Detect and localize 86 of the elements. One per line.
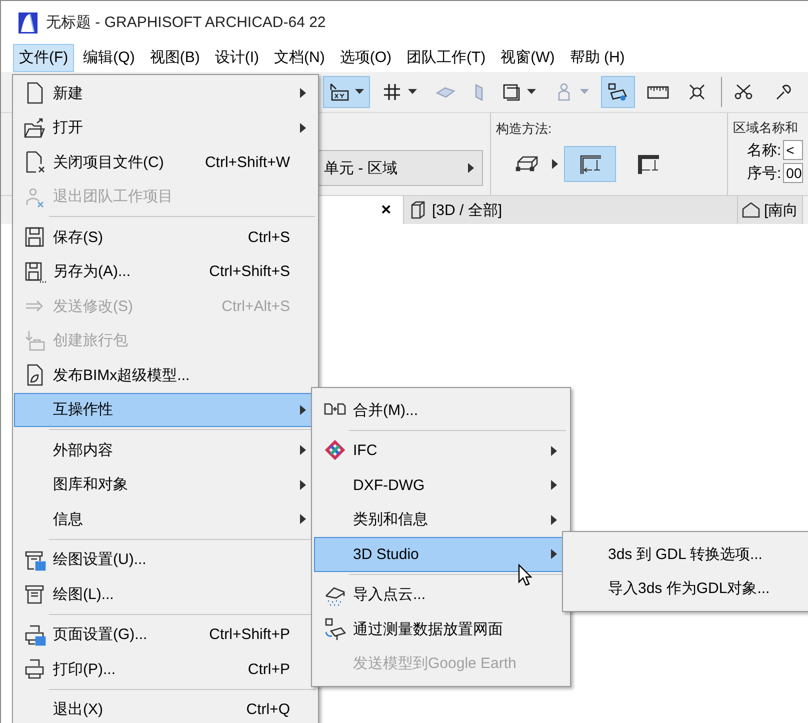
menu-bar-item[interactable]: 设计(I)	[208, 44, 265, 72]
toolbar-button[interactable]	[601, 76, 635, 108]
printer-settings-icon	[24, 624, 46, 646]
submenu-arrow-icon	[300, 88, 306, 98]
menu-item[interactable]: 另存为(A)... Ctrl+Shift+S	[14, 254, 317, 289]
menu-item[interactable]: 发布BIMx超级模型...	[14, 358, 317, 392]
submenu-arrow-icon	[300, 480, 306, 490]
menu-item[interactable]: 页面设置(G)... Ctrl+Shift+P	[14, 618, 317, 652]
panel-icon	[475, 84, 483, 100]
menu-item[interactable]: IFC	[314, 434, 568, 468]
menu-item[interactable]: 绘图设置(U)...	[14, 542, 317, 577]
submenu-arrow-icon	[551, 549, 557, 560]
document-close-icon	[24, 151, 46, 174]
caret-icon	[580, 89, 589, 95]
submenu-arrow-icon	[300, 514, 306, 524]
shortcut-text: Ctrl+Alt+S	[222, 298, 290, 315]
menu-item[interactable]: 导入3ds 作为GDL对象...	[565, 572, 808, 606]
caret-icon	[408, 89, 417, 95]
menu-bar-item[interactable]: 团队工作(T)	[400, 44, 492, 72]
user-remove-icon	[24, 186, 46, 208]
menu-item[interactable]: 保存(S) Ctrl+S	[14, 220, 317, 254]
menu-item[interactable]: 打印(P)... Ctrl+P	[14, 652, 317, 686]
menu-item[interactable]: 导入点云...	[314, 578, 568, 612]
shortcut-text: Ctrl+Shift+P	[209, 626, 290, 644]
menu-bar-item[interactable]: 文件(F)	[13, 44, 74, 72]
plotter-icon	[24, 583, 46, 606]
submenu-arrow-icon	[551, 446, 557, 456]
caret-icon	[527, 89, 536, 95]
ifc-logo-icon	[324, 440, 346, 462]
app-logo-icon	[18, 12, 38, 34]
plotter-settings-icon	[24, 548, 46, 571]
input-field[interactable]: 00	[783, 163, 804, 183]
dimension-corner-icon	[635, 152, 661, 176]
menu-item[interactable]: 合并(M)...	[314, 393, 568, 428]
menu-item[interactable]: DXF-DWG	[314, 468, 568, 502]
submenu-arrow-icon	[552, 159, 558, 169]
mouse-pointer-icon	[518, 564, 534, 588]
menu-item[interactable]: 图库和对象	[14, 468, 317, 502]
shortcut-text: Ctrl+Shift+S	[209, 263, 290, 280]
folder-icon	[24, 116, 46, 139]
caret-icon	[355, 89, 364, 95]
menu-item[interactable]: 外部内容	[14, 433, 317, 468]
tab-label: [南向	[764, 200, 798, 220]
shortcut-text: Ctrl+Shift+W	[204, 154, 290, 171]
submenu-arrow-icon	[300, 445, 306, 456]
menu-item[interactable]: 绘图(L)...	[14, 577, 317, 612]
menu-item[interactable]: 信息	[14, 502, 317, 536]
menu-item[interactable]: 类别和信息	[314, 502, 568, 537]
shortcut-text: Ctrl+S	[248, 228, 290, 246]
menu-item[interactable]: 退出(X) Ctrl+Q	[14, 692, 317, 723]
tab-label: [3D / 全部]	[432, 200, 502, 220]
view-tab[interactable]: [3D / 全部]	[404, 196, 738, 224]
submenu-arrow-icon	[551, 514, 557, 525]
menu-bar-item[interactable]: 选项(O)	[334, 44, 398, 72]
submenu-arrow-icon	[468, 163, 474, 173]
house-icon	[742, 201, 760, 219]
coordinate-icon	[329, 82, 351, 102]
submenu-arrow-icon	[300, 404, 306, 415]
menu-item[interactable]: 通过测量数据放置网面	[314, 612, 568, 646]
submenu-arrow-icon	[551, 480, 557, 490]
field-label: 序号:	[747, 164, 782, 182]
menu-item[interactable]: 3ds 到 GDL 转换选项...	[565, 537, 808, 572]
survey-icon	[607, 82, 629, 102]
toolbar-button[interactable]	[323, 76, 370, 108]
package-icon	[24, 330, 46, 352]
field-label: 名称:	[747, 140, 782, 160]
section-label: 构造方法:	[496, 120, 553, 138]
menu-bar-item[interactable]: 帮助 (H)	[564, 44, 631, 72]
view-tab[interactable]: ×	[318, 196, 404, 224]
shortcut-text: Ctrl+P	[248, 660, 290, 678]
submenu-arrow-icon	[300, 122, 306, 133]
menu-bar-item[interactable]: 文档(N)	[268, 44, 331, 72]
view-tab[interactable]: [南向	[738, 196, 804, 224]
shortcut-text: Ctrl+Q	[246, 701, 290, 718]
window-title: 无标题 - GRAPHISOFT ARCHICAD-64 22	[46, 13, 326, 32]
section-label: 区域名称和	[733, 119, 799, 137]
survey-mesh-icon	[324, 618, 346, 640]
save-disk-icon	[24, 260, 46, 283]
input-field[interactable]: <	[783, 140, 804, 160]
menu-bar-item[interactable]: 视窗(W)	[494, 44, 561, 72]
construction-option[interactable]	[564, 146, 616, 182]
menu-bar-item[interactable]: 视图(B)	[144, 44, 206, 72]
printer-icon	[24, 658, 46, 680]
close-button[interactable]: ×	[381, 200, 391, 220]
menu-item[interactable]: 打开	[14, 110, 317, 145]
menu-bar-item[interactable]: 编辑(Q)	[77, 44, 141, 72]
